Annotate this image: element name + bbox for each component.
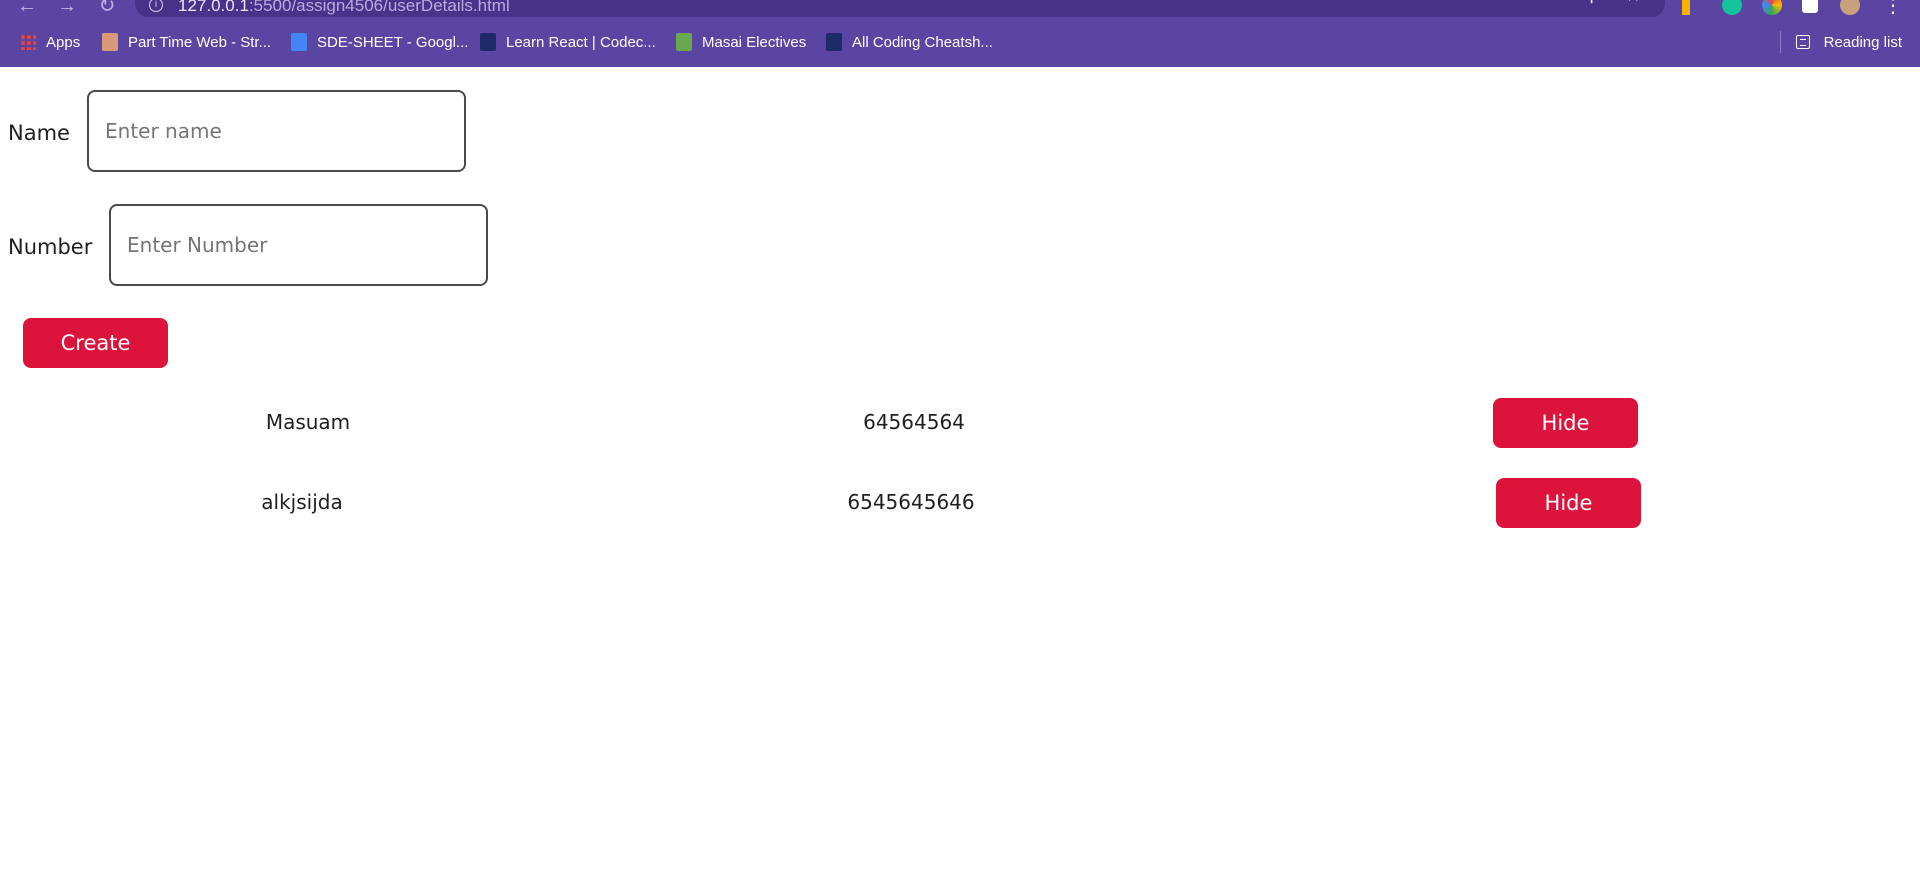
reading-list-icon	[1795, 35, 1810, 49]
bookmark-learn-react[interactable]: Learn React | Codec...	[480, 31, 656, 53]
bookmark-apps[interactable]: Apps	[20, 31, 80, 53]
number-label: Number	[8, 235, 93, 259]
user-name: alkjsijda	[261, 490, 343, 514]
book-icon	[676, 33, 692, 51]
zoom-icon[interactable]: ⚲	[1585, 0, 1598, 5]
name-label: Name	[8, 121, 70, 145]
reload-icon[interactable]: ↻	[96, 0, 118, 17]
star-icon[interactable]: ☆	[1625, 0, 1641, 5]
url-text: 127.0.0.1:5500/assign4506/userDetails.ht…	[178, 0, 510, 15]
user-name: Masuam	[265, 410, 351, 434]
bookmark-masai-electives[interactable]: Masai Electives	[676, 31, 806, 53]
address-bar[interactable]: i 127.0.0.1:5500/assign4506/userDetails.…	[135, 0, 1665, 18]
hide-button[interactable]: Hide	[1493, 398, 1638, 448]
name-input[interactable]	[87, 90, 466, 172]
bookmark-sde-sheet[interactable]: SDE-SHEET - Googl...	[291, 31, 468, 53]
codecademy-icon	[826, 33, 842, 51]
grammarly-icon[interactable]	[1722, 0, 1742, 15]
codecademy-icon	[480, 33, 496, 51]
bookmark-page-icon	[102, 33, 118, 51]
bookmarks-bar: Apps Part Time Web - Str... SDE-SHEET - …	[0, 17, 1920, 67]
user-number: 64564564	[863, 410, 965, 434]
forward-icon[interactable]: →	[56, 0, 78, 17]
puzzle-icon[interactable]	[1802, 0, 1818, 13]
color-picker-icon[interactable]	[1762, 0, 1782, 15]
bookmark-coding-cheatsheets[interactable]: All Coding Cheatsh...	[826, 31, 993, 53]
extension-icon[interactable]	[1682, 0, 1690, 15]
bookmark-part-time-web[interactable]: Part Time Web - Str...	[102, 31, 271, 53]
site-info-icon[interactable]: i	[149, 0, 163, 12]
avatar[interactable]	[1840, 0, 1860, 15]
back-icon[interactable]: ←	[16, 0, 38, 17]
user-number: 6545645646	[847, 490, 975, 514]
menu-dots-icon[interactable]: ⋮	[1882, 0, 1904, 17]
google-docs-icon	[291, 33, 307, 51]
apps-grid-icon	[20, 34, 36, 50]
divider	[1779, 31, 1781, 53]
create-button[interactable]: Create	[23, 318, 168, 368]
reading-list[interactable]: Reading list	[1779, 31, 1902, 53]
browser-toolbar: ← → ↻ i 127.0.0.1:5500/assign4506/userDe…	[0, 0, 1920, 18]
hide-button[interactable]: Hide	[1496, 478, 1641, 528]
number-input[interactable]	[109, 204, 488, 286]
